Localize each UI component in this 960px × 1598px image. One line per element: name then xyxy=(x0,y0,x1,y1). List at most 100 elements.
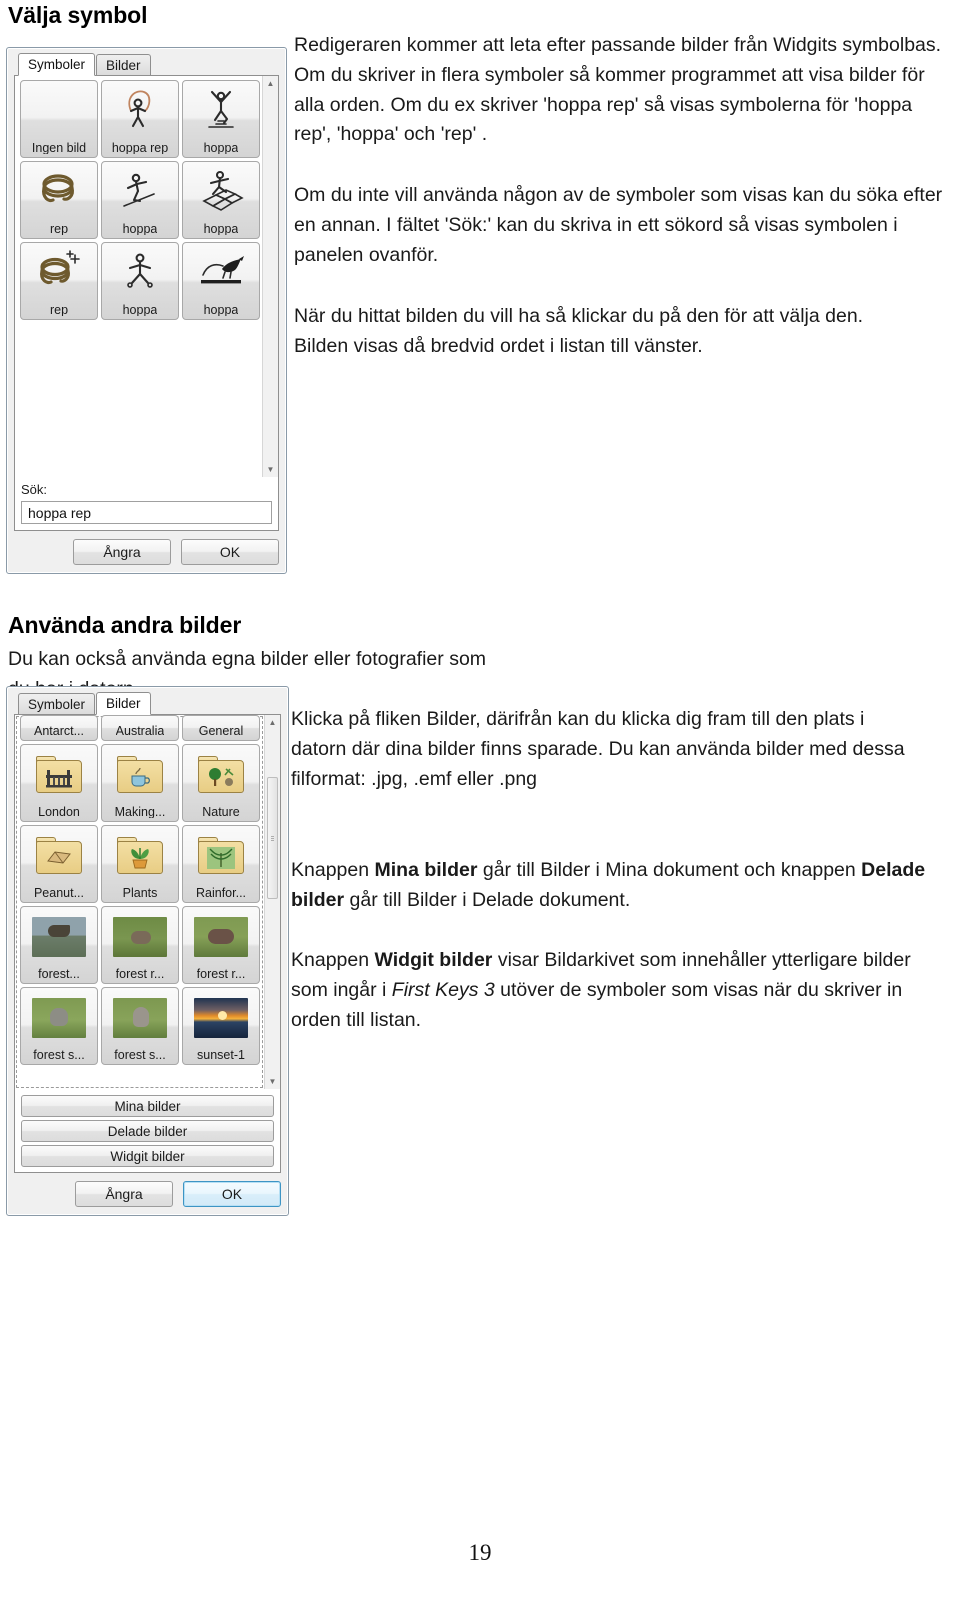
italic-first-keys-3: First Keys 3 xyxy=(391,978,495,1001)
folder-tile[interactable]: Nature xyxy=(182,744,260,822)
paragraph-nar-du-hittat: När du hittat bilden du vill ha så klick… xyxy=(294,302,922,362)
photo-tile-label: forest r... xyxy=(115,967,165,980)
scroll-up-arrow[interactable]: ▲ xyxy=(265,715,280,730)
photo-squirrel-thumbnail xyxy=(102,991,178,1045)
dialog-symbol-picker-footer: Ångra OK xyxy=(14,537,279,567)
symbol-tile[interactable]: hoppa xyxy=(101,242,179,320)
folder-tile[interactable]: Plants xyxy=(101,825,179,903)
symbol-tile-label: hoppa xyxy=(203,141,239,154)
folder-rainforest-icon xyxy=(183,829,259,883)
tabstrip-image-picker: Symboler Bilder xyxy=(14,692,281,715)
symbol-tile[interactable]: Ingen bild xyxy=(20,80,98,158)
photo-sunset-thumbnail xyxy=(183,991,259,1045)
symbol-tile[interactable]: hoppa xyxy=(182,242,260,320)
cancel-button[interactable]: Ångra xyxy=(73,539,171,565)
folder-tile[interactable]: Rainfor... xyxy=(182,825,260,903)
image-source-buttons: Mina bilder Delade bilder Widgit bilder xyxy=(15,1089,280,1172)
folder-tile[interactable]: General xyxy=(182,715,260,741)
symbol-tile-label: rep xyxy=(49,303,69,316)
photo-tile-label: forest s... xyxy=(114,1048,166,1061)
page-number: 19 xyxy=(468,1540,492,1565)
symbol-tile[interactable]: rep xyxy=(20,242,98,320)
scroll-down-arrow[interactable]: ▼ xyxy=(263,462,278,477)
folder-tile[interactable]: Australia xyxy=(101,715,179,741)
page-title-valja-symbol: Välja symbol xyxy=(8,2,148,28)
folder-tile[interactable]: London xyxy=(20,744,98,822)
symbol-tile-label: hoppa xyxy=(203,222,239,235)
cancel-button[interactable]: Ångra xyxy=(75,1181,173,1207)
tab-symboler[interactable]: Symboler xyxy=(18,53,96,76)
photo-tile-label: forest r... xyxy=(196,967,246,980)
scrollbar-thumb[interactable] xyxy=(267,777,278,899)
no-image-icon xyxy=(21,84,97,138)
scroll-up-arrow[interactable]: ▲ xyxy=(263,76,278,91)
tab-symboler[interactable]: Symboler xyxy=(18,693,96,714)
folder-tile[interactable]: Antarct... xyxy=(20,715,98,741)
paragraph-intro-text: Redigeraren kommer att leta efter passan… xyxy=(294,34,942,146)
folder-tile[interactable]: Peanut... xyxy=(20,825,98,903)
text-run: Knappen xyxy=(291,949,375,971)
paragraph-klicka-pa-fliken: Klicka på fliken Bilder, därifrån kan du… xyxy=(291,705,921,794)
image-grid-scrollbar[interactable]: ▲ ▼ xyxy=(264,715,280,1089)
photo-tile[interactable]: forest r... xyxy=(182,906,260,984)
scroll-down-arrow[interactable]: ▼ xyxy=(265,1074,280,1089)
mina-bilder-button[interactable]: Mina bilder xyxy=(21,1095,274,1117)
photo-tile[interactable]: forest s... xyxy=(101,987,179,1065)
folder-tile-label: Nature xyxy=(202,805,240,818)
paragraph-om-du-inte-text: Om du inte vill använda någon av de symb… xyxy=(294,184,943,266)
paragraph-intro: Redigeraren kommer att leta efter passan… xyxy=(294,31,946,150)
dialog-symbol-picker: Symboler Bilder Ingen bild hoppa rep hop… xyxy=(6,47,287,574)
paragraph-knappen-mina-bilder: Knappen Mina bilder går till Bilder i Mi… xyxy=(291,856,931,916)
photo-tile-label: sunset-1 xyxy=(197,1048,245,1061)
folder-making-icon xyxy=(102,748,178,802)
photo-rabbit-thumbnail xyxy=(102,910,178,964)
search-input[interactable]: hoppa rep xyxy=(21,501,272,524)
symbol-tile-label: Ingen bild xyxy=(31,141,87,154)
folder-plants-icon xyxy=(102,829,178,883)
search-row: Sök: hoppa rep xyxy=(15,477,278,530)
paragraph-klicka-pa-fliken-text: Klicka på fliken Bilder, därifrån kan du… xyxy=(291,708,905,790)
folder-london-icon xyxy=(21,748,97,802)
symbol-picker-pane: Ingen bild hoppa rep hoppa rep hoppa hop… xyxy=(14,76,279,531)
dialog-symbol-picker-body: Symboler Bilder Ingen bild hoppa rep hop… xyxy=(14,53,279,531)
widgit-bilder-button[interactable]: Widgit bilder xyxy=(21,1145,274,1167)
dialog-image-picker-body: Symboler Bilder Antarct... Australia Gen… xyxy=(14,692,281,1173)
paragraph-knappen-widgit-bilder-text: Knappen Widgit bilder visar Bildarkivet … xyxy=(291,946,931,1035)
jump-animal-icon xyxy=(183,246,259,300)
photo-tile[interactable]: sunset-1 xyxy=(182,987,260,1065)
photo-tile[interactable]: forest... xyxy=(20,906,98,984)
ok-button[interactable]: OK xyxy=(181,539,279,565)
tabstrip-symbol-picker: Symboler Bilder xyxy=(14,53,279,76)
symbol-tile[interactable]: hoppa rep xyxy=(101,80,179,158)
photo-tile[interactable]: forest r... xyxy=(101,906,179,984)
delade-bilder-button[interactable]: Delade bilder xyxy=(21,1120,274,1142)
jump-run-icon xyxy=(102,246,178,300)
symbol-tile-label: hoppa xyxy=(203,303,239,316)
text-run: går till Bilder i Mina dokument och knap… xyxy=(477,859,862,881)
tab-bilder[interactable]: Bilder xyxy=(96,692,151,715)
rope-coil-icon xyxy=(21,165,97,219)
photo-duck-thumbnail xyxy=(21,910,97,964)
image-picker-pane: Antarct... Australia General London Maki… xyxy=(14,715,281,1173)
text-run: Knappen xyxy=(291,859,375,881)
ok-button[interactable]: OK xyxy=(183,1181,281,1207)
photo-tile[interactable]: forest s... xyxy=(20,987,98,1065)
section-title-anvanda-andra-bilder: Använda andra bilder xyxy=(8,612,242,638)
folder-tile-label: Australia xyxy=(115,724,165,737)
folder-tile-label: Rainfor... xyxy=(195,886,247,899)
dialog-image-picker: Symboler Bilder Antarct... Australia Gen… xyxy=(6,686,289,1216)
symbol-grid-scrollbar[interactable]: ▲ ▼ xyxy=(262,76,278,477)
tab-bilder[interactable]: Bilder xyxy=(96,54,151,75)
folder-peanut-icon xyxy=(21,829,97,883)
folder-tile[interactable]: Making... xyxy=(101,744,179,822)
jump-crouch-icon xyxy=(102,165,178,219)
symbol-tile[interactable]: hoppa xyxy=(182,80,260,158)
bold-widgit-bilder: Widgit bilder xyxy=(374,949,493,971)
symbol-grid-area: Ingen bild hoppa rep hoppa rep hoppa hop… xyxy=(15,76,278,477)
photo-squirrel-thumbnail xyxy=(21,991,97,1045)
symbol-tile[interactable]: rep xyxy=(20,161,98,239)
symbol-tile[interactable]: hoppa xyxy=(101,161,179,239)
symbol-tile[interactable]: hoppa xyxy=(182,161,260,239)
image-grid-area: Antarct... Australia General London Maki… xyxy=(15,715,280,1089)
photo-rabbit-thumbnail xyxy=(183,910,259,964)
